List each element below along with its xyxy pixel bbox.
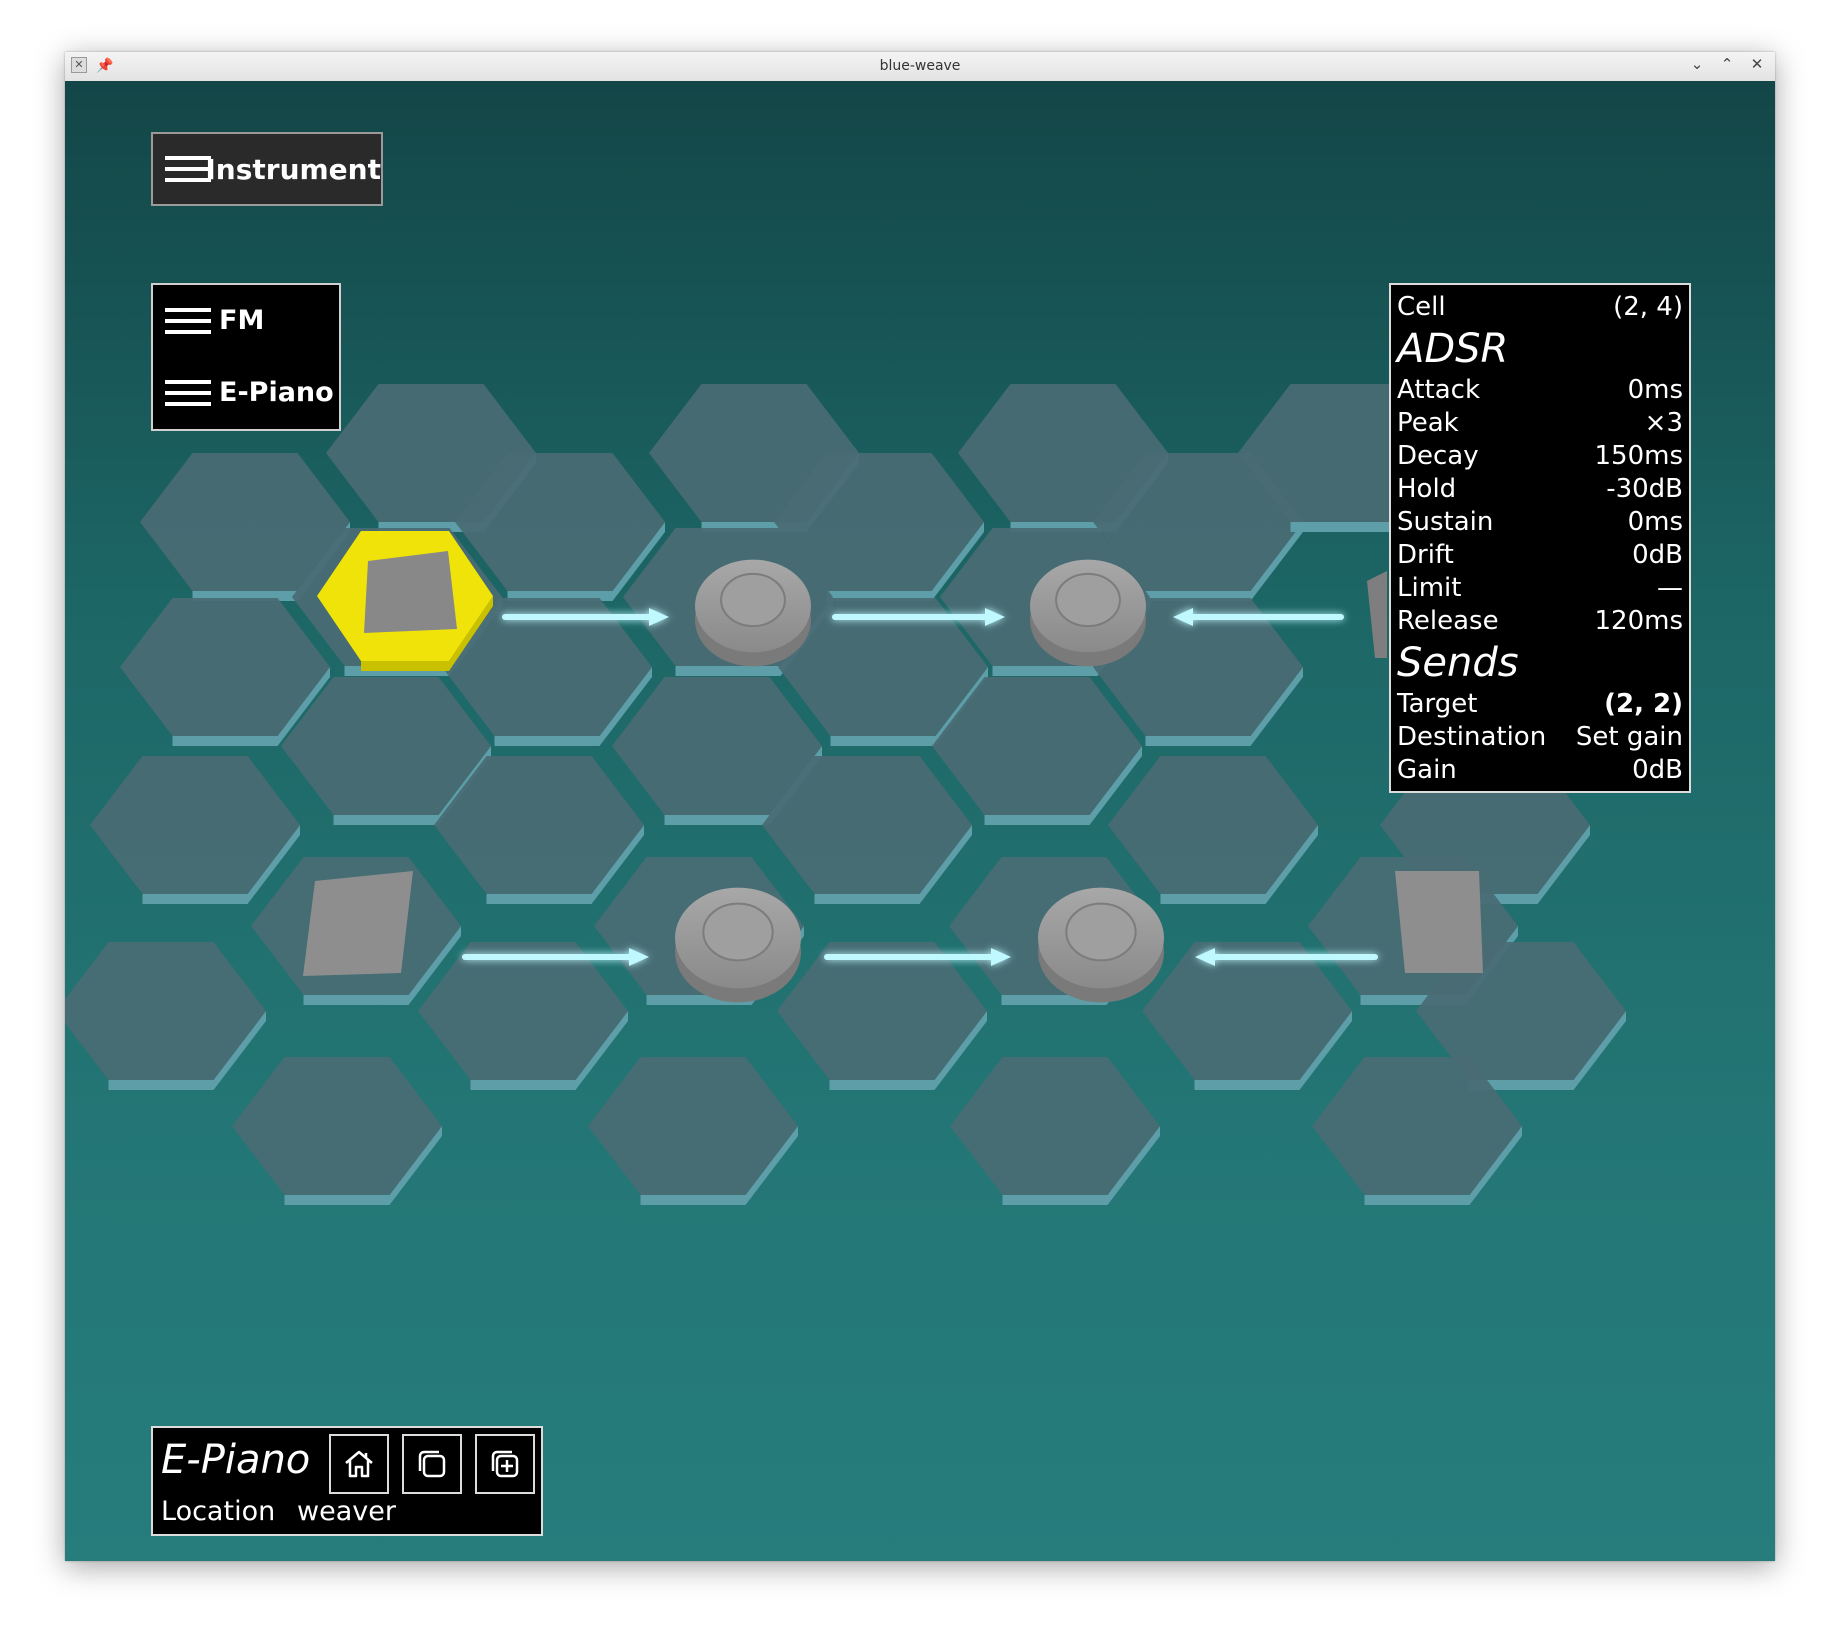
instrument-menu-button[interactable]: Instrument — [151, 132, 383, 206]
hex-tile[interactable] — [418, 942, 628, 1090]
add-copy-icon — [491, 1450, 519, 1478]
param-value[interactable]: 150ms — [1595, 440, 1684, 473]
copy-icon — [418, 1450, 446, 1478]
hex-tile[interactable] — [777, 942, 987, 1090]
cell-label: Cell — [1397, 292, 1446, 322]
hex-tile[interactable] — [588, 1057, 798, 1205]
adsr-row-release[interactable]: Release 120ms — [1397, 605, 1683, 638]
home-button[interactable] — [329, 1434, 389, 1494]
instrument-title: E-Piano — [161, 1437, 311, 1483]
adsr-row-peak[interactable]: Peak ×3 — [1397, 407, 1683, 440]
param-value[interactable]: 0ms — [1628, 506, 1683, 539]
menu-item-label: FM — [219, 305, 265, 336]
hamburger-icon — [165, 379, 211, 406]
param-label: Limit — [1397, 573, 1462, 603]
cell-value: (2, 4) — [1613, 292, 1683, 322]
hamburger-icon — [165, 307, 211, 334]
location-panel: E-Piano Location weaver — [151, 1426, 543, 1536]
sends-row-target[interactable]: Target (2, 2) — [1397, 688, 1683, 721]
sends-heading: Sends — [1397, 640, 1519, 686]
minimize-icon[interactable]: ⌄ — [1689, 55, 1705, 73]
menu-group: FM E-Piano — [151, 283, 341, 431]
maximize-icon[interactable]: ⌃ — [1719, 55, 1735, 73]
knob-node[interactable] — [1038, 887, 1164, 1003]
param-label: Target — [1397, 689, 1478, 719]
title-bar: ✕ 📌 blue-weave ⌄ ⌃ ✕ — [65, 52, 1775, 82]
cell-row: Cell (2, 4) — [1397, 291, 1683, 324]
param-label: Destination — [1397, 722, 1547, 752]
param-label: Peak — [1397, 408, 1459, 438]
adsr-row-limit[interactable]: Limit — — [1397, 572, 1683, 605]
param-value[interactable]: 0ms — [1628, 374, 1683, 407]
app-window: ✕ 📌 blue-weave ⌄ ⌃ ✕ Instrument FM E-Pia… — [65, 52, 1775, 1561]
sends-row-gain[interactable]: Gain 0dB — [1397, 754, 1683, 787]
home-icon — [345, 1450, 373, 1478]
param-label: Drift — [1397, 540, 1454, 570]
param-label: Decay — [1397, 441, 1479, 471]
param-value[interactable]: Set gain — [1576, 721, 1683, 754]
param-value[interactable]: -30dB — [1606, 473, 1683, 506]
add-copy-button[interactable] — [475, 1434, 535, 1494]
cube-block — [1395, 871, 1483, 973]
knob-node[interactable] — [695, 559, 811, 667]
hex-tile[interactable] — [1108, 756, 1318, 904]
param-label: Attack — [1397, 375, 1481, 405]
location-label: Location — [161, 1496, 276, 1527]
menu-item-fm[interactable]: FM — [165, 305, 264, 336]
knob-node[interactable] — [675, 887, 801, 1003]
hamburger-icon — [165, 156, 211, 182]
param-value[interactable]: (2, 2) — [1604, 688, 1683, 721]
param-value[interactable]: 120ms — [1595, 605, 1684, 638]
param-label: Gain — [1397, 755, 1457, 785]
param-value[interactable]: 0dB — [1632, 539, 1683, 572]
hex-tile[interactable] — [90, 756, 300, 904]
knob-node[interactable] — [1030, 559, 1146, 667]
hex-tile[interactable] — [65, 942, 266, 1090]
location-value: weaver — [297, 1496, 396, 1527]
param-label: Sustain — [1397, 507, 1494, 537]
adsr-row-drift[interactable]: Drift 0dB — [1397, 539, 1683, 572]
sends-row-destination[interactable]: Destination Set gain — [1397, 721, 1683, 754]
param-value[interactable]: — — [1657, 572, 1683, 605]
hex-tile[interactable] — [950, 1057, 1160, 1205]
instrument-menu-label: Instrument — [205, 152, 381, 186]
cube-block — [364, 551, 457, 633]
cell-info-panel: Cell (2, 4) ADSR Attack 0ms Peak ×3 Decay 1… — [1389, 283, 1691, 793]
window-title: blue-weave — [879, 58, 961, 74]
copy-button[interactable] — [402, 1434, 462, 1494]
param-value[interactable]: 0dB — [1632, 754, 1683, 787]
menu-item-label: E-Piano — [219, 377, 334, 408]
scene-viewport[interactable]: Instrument FM E-Piano Cell (2, 4) ADSR A… — [65, 81, 1775, 1561]
adsr-row-sustain[interactable]: Sustain 0ms — [1397, 506, 1683, 539]
hex-tile[interactable] — [232, 1057, 442, 1205]
param-label: Release — [1397, 606, 1499, 636]
menu-item-e-piano[interactable]: E-Piano — [165, 377, 334, 408]
adsr-heading: ADSR — [1397, 326, 1509, 372]
cube-block — [1367, 571, 1387, 658]
adsr-row-attack[interactable]: Attack 0ms — [1397, 374, 1683, 407]
close-icon[interactable]: ✕ — [1749, 55, 1765, 73]
hex-tile[interactable] — [1142, 942, 1352, 1090]
param-value[interactable]: ×3 — [1645, 407, 1683, 440]
cube-block — [303, 871, 413, 976]
adsr-row-decay[interactable]: Decay 150ms — [1397, 440, 1683, 473]
param-label: Hold — [1397, 474, 1457, 504]
adsr-row-hold[interactable]: Hold -30dB — [1397, 473, 1683, 506]
